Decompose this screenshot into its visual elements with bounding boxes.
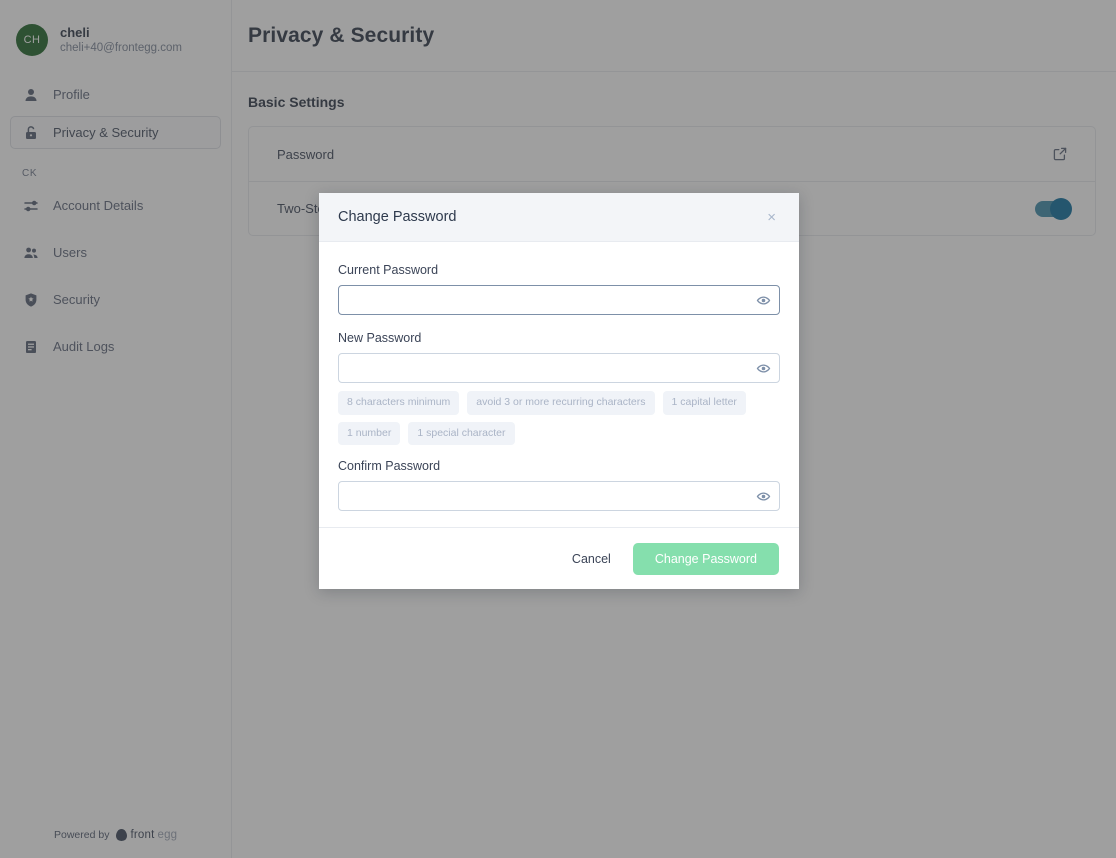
new-password-label: New Password	[338, 331, 422, 345]
dialog-body: Current Password New Password 8 characte…	[319, 242, 799, 527]
toggle-new-password-visibility-icon[interactable]	[755, 360, 771, 376]
requirement-chip: 8 characters minimum	[338, 391, 460, 415]
dialog-footer: Cancel Change Password	[319, 527, 799, 589]
requirement-chip: 1 number	[338, 421, 401, 445]
requirement-chip: avoid 3 or more recurring characters	[467, 391, 655, 415]
new-password-input[interactable]	[338, 353, 780, 383]
password-requirements: 8 characters minimum avoid 3 or more rec…	[338, 391, 780, 445]
change-password-submit-button[interactable]: Change Password	[632, 542, 779, 575]
requirement-chip: 1 special character	[408, 421, 515, 445]
confirm-password-field-wrap	[338, 481, 780, 511]
current-password-label: Current Password	[338, 263, 439, 277]
current-password-input[interactable]	[338, 285, 780, 315]
change-password-dialog: Change Password × Current Password New P…	[319, 193, 799, 589]
toggle-current-password-visibility-icon[interactable]	[755, 292, 771, 308]
toggle-confirm-password-visibility-icon[interactable]	[755, 488, 771, 504]
requirement-chip: 1 capital letter	[662, 391, 746, 415]
dialog-title: Change Password	[338, 209, 457, 225]
dialog-header: Change Password ×	[319, 193, 799, 242]
cancel-button[interactable]: Cancel	[560, 544, 623, 574]
confirm-password-label: Confirm Password	[338, 459, 441, 473]
new-password-field-wrap	[338, 353, 780, 383]
confirm-password-input[interactable]	[338, 481, 780, 511]
close-icon[interactable]: ×	[762, 206, 781, 229]
current-password-field-wrap	[338, 285, 780, 315]
